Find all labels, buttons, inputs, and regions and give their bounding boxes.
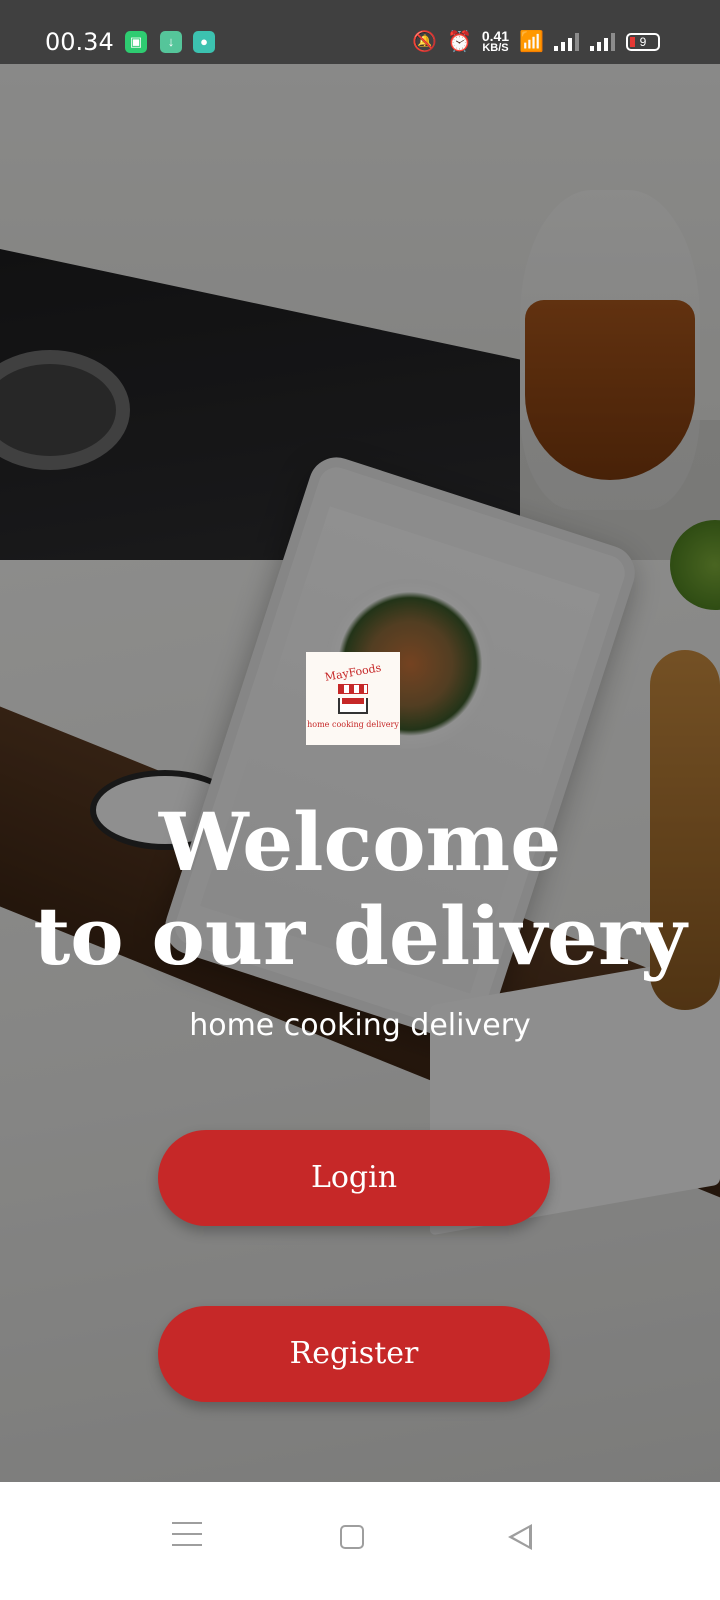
stall-icon — [338, 684, 368, 714]
net-speed: 0.41 KB/S — [481, 27, 510, 54]
download-icon: ↓ — [160, 31, 182, 53]
welcome-title: Welcome to our delivery — [0, 795, 720, 983]
welcome-subtitle: home cooking delivery — [189, 1008, 531, 1043]
status-bar: 00.34 ▣ ↓ ● 🔕 ⏰ 0.41 KB/S 📶 9 — [0, 0, 720, 64]
welcome-line-2: to our delivery — [33, 889, 687, 983]
recent-apps-icon[interactable] — [172, 1522, 202, 1552]
chat-icon: ● — [193, 31, 215, 53]
navigation-bar — [0, 1482, 720, 1600]
register-button[interactable]: Register — [158, 1306, 550, 1402]
dark-overlay — [0, 0, 720, 1510]
alarm-icon: ⏰ — [446, 31, 472, 53]
wifi-icon: 📶 — [519, 31, 544, 53]
app-logo: MayFoods home cooking delivery — [306, 652, 400, 745]
logo-tagline: home cooking delivery — [307, 720, 399, 729]
status-time: 00.34 — [45, 28, 114, 56]
battery-icon: 9 — [626, 32, 660, 51]
mute-bell-icon: 🔕 — [412, 31, 437, 53]
home-icon[interactable] — [340, 1525, 364, 1549]
signal-icon — [554, 32, 580, 51]
app-notification-icon: ▣ — [125, 31, 147, 53]
back-icon[interactable] — [508, 1524, 532, 1550]
welcome-line-1: Welcome — [158, 795, 562, 889]
logo-name: MayFoods — [323, 661, 383, 684]
signal-icon — [590, 32, 616, 51]
login-button[interactable]: Login — [158, 1130, 550, 1226]
